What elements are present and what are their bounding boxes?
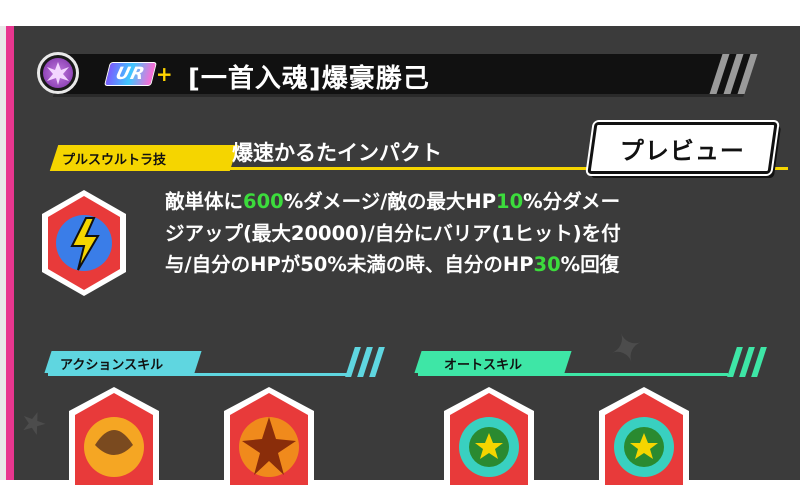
description-line: 敵単体に600%ダメージ/敵の最大HP10%分ダメー — [165, 190, 621, 213]
action-skill-icon[interactable] — [65, 385, 163, 485]
title-stripes — [709, 54, 770, 94]
auto-skill-header: オートスキル — [410, 347, 770, 377]
special-move-name: 爆速かるたインパクト — [232, 141, 442, 165]
lightning-icon — [200, 150, 224, 164]
description-line: ジアップ(最大20000)/自分にバリア(1ヒット)を付 — [165, 221, 621, 245]
attribute-icon — [37, 52, 79, 94]
bg-doodle-text: ★ — [14, 402, 53, 445]
special-move-category: プルスウルトラ技 — [62, 153, 167, 168]
preview-button[interactable]: プレビュー — [587, 122, 778, 174]
action-skill-header: アクションスキル — [40, 347, 385, 377]
special-move-description: 敵単体に600%ダメージ/敵の最大HP10%分ダメー ジアップ(最大20000)… — [165, 186, 785, 281]
rank-plus: + — [155, 62, 173, 86]
description-line: 与/自分のHPが50%未満の時、自分のHP30%回復 — [165, 253, 620, 276]
action-skill-icon[interactable] — [220, 385, 318, 485]
side-accent — [0, 26, 14, 480]
rank-badge: UR + — [103, 62, 177, 86]
preview-button-label: プレビュー — [620, 136, 745, 165]
auto-skill-label: オートスキル — [444, 358, 523, 373]
character-name: [一首入魂]爆豪勝己 — [188, 64, 430, 94]
auto-skill-icon[interactable] — [440, 385, 538, 485]
special-move-icon — [42, 190, 126, 296]
rank-text: UR — [104, 62, 157, 86]
auto-skill-icon[interactable] — [595, 385, 693, 485]
action-skill-label: アクションスキル — [60, 358, 164, 373]
